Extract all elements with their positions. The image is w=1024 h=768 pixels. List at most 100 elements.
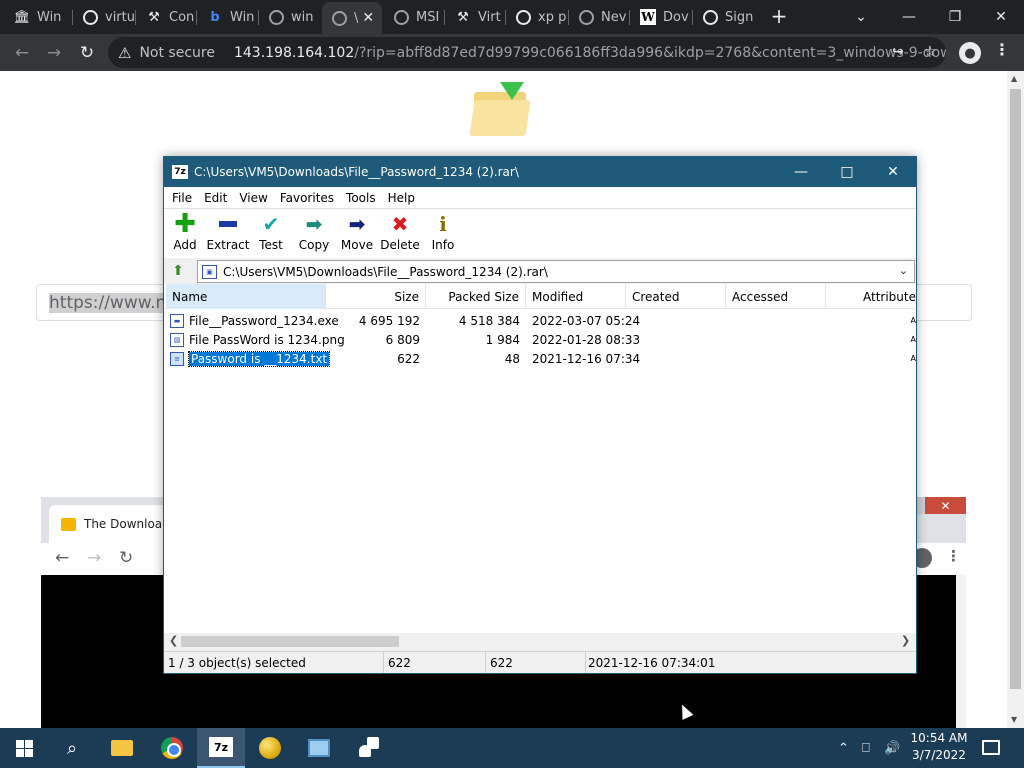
browser-tab-6-active[interactable]: \ ✕ [322, 2, 382, 34]
test-button[interactable]: ✔ Test [248, 211, 294, 257]
file-row[interactable]: ▨ File PassWord is 1234.png 6 809 1 984 … [164, 330, 916, 349]
file-explorer-icon [111, 740, 133, 756]
column-name[interactable]: Name [166, 284, 326, 309]
download-folder-icon [469, 82, 532, 136]
background-forward-arrow-icon[interactable]: → [87, 548, 101, 568]
tool-icon: ⚒ [148, 9, 160, 25]
7zip-address-field[interactable]: ▣ C:\Users\VM5\Downloads\File__Password_… [197, 260, 915, 283]
background-reload-icon[interactable]: ↻ [119, 548, 133, 568]
clock[interactable]: 10:54 AM 3/7/2022 [906, 730, 972, 766]
column-attributes[interactable]: Attribute [826, 284, 916, 309]
browser-tab-3[interactable]: ⚒ Con [136, 0, 198, 34]
restore-icon[interactable]: ❐ [932, 0, 978, 34]
delete-button[interactable]: ✖ Delete [377, 211, 423, 257]
extract-button[interactable]: Extract [205, 211, 251, 257]
7zip-minimize-icon[interactable]: — [778, 157, 824, 187]
minimize-icon[interactable]: — [886, 0, 932, 34]
share-icon[interactable]: ↪ [888, 42, 908, 62]
info-button[interactable]: i Info [420, 211, 466, 257]
scroll-thumb[interactable] [181, 636, 399, 647]
browser-tab-4[interactable]: b Win [197, 0, 259, 34]
column-accessed[interactable]: Accessed [726, 284, 826, 309]
move-arrow-icon: ➡ [348, 212, 366, 236]
people-button[interactable] [344, 728, 392, 768]
horizontal-scrollbar[interactable]: ❮ ❯ [164, 633, 916, 650]
profile-avatar-icon[interactable]: ● [959, 42, 981, 64]
copy-button[interactable]: ➡ Copy [291, 211, 337, 257]
browser-tab-7[interactable]: MSI [384, 0, 444, 34]
control-panel-button[interactable] [295, 728, 343, 768]
forward-arrow-icon[interactable]: → [40, 39, 68, 67]
7zip-close-icon[interactable]: ✕ [870, 157, 916, 187]
browser-tab-12[interactable]: Sign [693, 0, 755, 34]
notification-icon[interactable] [980, 736, 1002, 758]
google-icon [703, 9, 718, 25]
tab-title: virtu [105, 9, 135, 25]
search-button[interactable]: ⌕ [48, 728, 96, 768]
browser-tab-8[interactable]: ⚒ Virt [445, 0, 505, 34]
tab-search-icon[interactable]: ⌄ [838, 0, 884, 34]
bookmark-star-icon[interactable]: ☆ [920, 42, 940, 62]
background-close-button[interactable]: ✕ [925, 497, 966, 514]
url-path: /?rip=abff8d87ed7d99799c066186ff3da996&i… [354, 44, 946, 61]
tab-title: Virt [478, 9, 501, 25]
menu-favorites[interactable]: Favorites [274, 191, 340, 205]
chrome-button[interactable] [148, 728, 196, 768]
add-button[interactable]: ✚ Add [162, 211, 208, 257]
browser-tab-9[interactable]: xp p [506, 0, 568, 34]
volume-icon[interactable]: 🔊 [884, 728, 900, 768]
address-bar[interactable]: ⚠ Not secure 143.198.164.102 /?rip=abff8… [108, 37, 946, 68]
7zip-icon: 7z [209, 737, 233, 757]
close-window-icon[interactable]: ✕ [978, 0, 1024, 34]
tab-title: xp p [538, 9, 567, 25]
close-tab-icon[interactable]: ✕ [362, 10, 374, 26]
7zip-address-row: ⬆ ▣ C:\Users\VM5\Downloads\File__Passwor… [164, 259, 916, 284]
scroll-left-icon[interactable]: ❮ [169, 634, 178, 647]
network-icon[interactable]: ⎕ [862, 728, 870, 768]
file-row[interactable]: ▬ File__Password_1234.exe 4 695 192 4 51… [164, 311, 916, 330]
background-menu-icon[interactable]: ⋮ [946, 547, 961, 565]
browser-tab-10[interactable]: Nev [569, 0, 629, 34]
move-label: Move [340, 238, 374, 252]
chevron-down-icon[interactable]: ⌄ [899, 264, 908, 277]
browser-tab-11[interactable]: W Dov [630, 0, 692, 34]
7zip-title: C:\Users\VM5\Downloads\File__Password_12… [194, 165, 519, 179]
tab-strip: 🏛 Win virtu ⚒ Con b Win win \ ✕ MSI ⚒ Vi… [0, 0, 1024, 34]
column-modified[interactable]: Modified [526, 284, 626, 309]
column-created[interactable]: Created [626, 284, 726, 309]
7zip-taskbar-button[interactable]: 7z [197, 728, 245, 768]
scroll-right-icon[interactable]: ❯ [901, 634, 910, 647]
blue-b-icon: b [210, 9, 220, 25]
browser-tab-1[interactable]: 🏛 Win [4, 0, 72, 34]
app-button[interactable] [246, 728, 294, 768]
menu-help[interactable]: Help [382, 191, 421, 205]
new-tab-button[interactable]: + [767, 4, 791, 28]
menu-view[interactable]: View [233, 191, 273, 205]
menu-edit[interactable]: Edit [198, 191, 233, 205]
page-scrollbar[interactable]: ▲ ▼ [1007, 71, 1024, 728]
column-size[interactable]: Size [326, 284, 426, 309]
info-label: Info [431, 238, 455, 252]
menu-tools[interactable]: Tools [340, 191, 382, 205]
file-row-selected[interactable]: ≡ Password is __1234.txt 622 48 2021-12-… [164, 349, 916, 368]
file-size: 4 695 192 [358, 313, 420, 328]
file-packed-size: 1 984 [485, 332, 520, 347]
image-file-icon: ▨ [170, 332, 184, 347]
column-packed-size[interactable]: Packed Size [426, 284, 526, 309]
browser-tab-5[interactable]: win [259, 0, 321, 34]
background-back-arrow-icon[interactable]: ← [55, 548, 69, 568]
file-size: 6 809 [385, 332, 420, 347]
move-button[interactable]: ➡ Move [334, 211, 380, 257]
file-name: File PassWord is 1234.png [189, 332, 345, 347]
menu-file[interactable]: File [166, 191, 198, 205]
browser-menu-icon[interactable]: ⋮ [994, 40, 1010, 59]
windows-logo-icon [15, 739, 33, 757]
browser-tab-2[interactable]: virtu [73, 0, 137, 34]
start-button[interactable] [0, 728, 48, 768]
show-hidden-icons-icon[interactable]: ⌃ [838, 728, 849, 768]
7zip-maximize-icon[interactable]: □ [824, 157, 870, 187]
up-folder-icon[interactable]: ⬆ [170, 263, 186, 279]
reload-icon[interactable]: ↻ [73, 39, 101, 67]
file-explorer-button[interactable] [98, 728, 146, 768]
back-arrow-icon[interactable]: ← [8, 39, 36, 67]
